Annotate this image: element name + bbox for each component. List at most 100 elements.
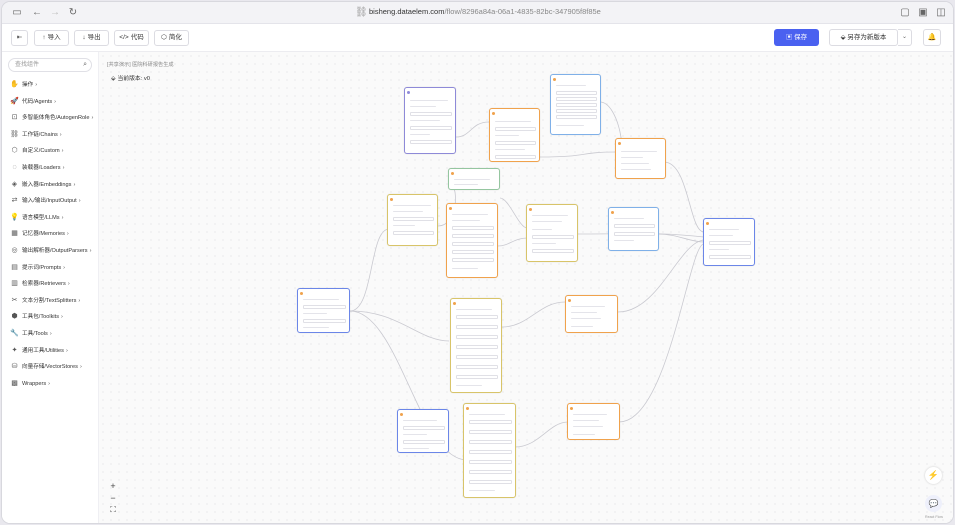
flow-node[interactable]	[463, 403, 516, 498]
sidebar-item[interactable]: ⊡ 多智能体角色/AutogenRole ›	[10, 112, 94, 124]
link-icon: ⛓	[355, 7, 368, 18]
lightning-icon: ⚡	[927, 470, 940, 480]
flow-node[interactable]	[450, 298, 502, 393]
flow-node[interactable]	[404, 87, 456, 154]
flow-node[interactable]	[446, 203, 498, 278]
forward-icon[interactable]: →	[49, 7, 61, 19]
flow-node[interactable]	[526, 204, 578, 262]
terminal-icon: ▤	[11, 263, 18, 271]
browser-bar: ▭ ← → ↻ ⛓ bisheng.dataelem.com/flow/8296…	[2, 2, 953, 24]
sidebar-item[interactable]: ⬢ 工具包/Toolkits ›	[10, 311, 63, 323]
flow-node[interactable]	[387, 194, 438, 246]
chevron-right-icon: ›	[65, 347, 68, 354]
sidebar-item[interactable]: ✂ 文本分割/TextSplitters ›	[10, 295, 81, 307]
code-label: 代码	[130, 34, 144, 41]
sidebar-item[interactable]: 🚀 代码/Agents ›	[10, 96, 56, 108]
chat-icon[interactable]: ▢	[899, 7, 911, 19]
sidebar-item[interactable]: ◎ 输出解析器/OutputParsers ›	[10, 245, 91, 257]
flow-node[interactable]	[608, 207, 659, 251]
sidebar-item[interactable]: ▩ Wrappers ›	[10, 378, 50, 390]
sidebar-item-label: 装载器/Loaders	[22, 165, 61, 171]
sidebar-item[interactable]: ✋ 操作 ›	[10, 79, 37, 91]
flow-node[interactable]	[615, 138, 666, 179]
sidebar-item[interactable]: ▤ 提示词/Prompts ›	[10, 262, 65, 274]
arrow-down-icon: ↓	[82, 34, 86, 41]
sidebar-item[interactable]: ◈ 嵌入器/Embeddings ›	[10, 179, 76, 191]
save-as-label: 另存为新版本	[847, 34, 887, 41]
zoom-out-button[interactable]: −	[107, 492, 119, 504]
code-button[interactable]: </> 代码	[114, 30, 149, 46]
sidebar-item[interactable]: 💡 语言模型/LLMs ›	[10, 212, 63, 224]
notifications-button[interactable]: 🔔	[923, 29, 941, 46]
chevron-right-icon: ›	[61, 148, 64, 155]
box-icon: ⬡	[11, 147, 18, 155]
flow-node[interactable]	[448, 168, 500, 190]
react-flow-attribution: React Flow	[925, 515, 943, 519]
import-button[interactable]: ↑ 导入	[34, 30, 69, 46]
sidebar-item[interactable]: 🔧 工具/Tools ›	[10, 328, 52, 340]
address-bar[interactable]: bisheng.dataelem.com/flow/8296a84a-06a1-…	[369, 7, 601, 16]
sidebar-item[interactable]: ⛓ 工作链/Chains ›	[10, 129, 62, 141]
simplify-button[interactable]: ⬡ 简化	[154, 30, 189, 46]
link-icon: ⛓	[10, 130, 19, 138]
component-search-input[interactable]: 查找组件 ⌕	[8, 58, 92, 72]
package-icon: ⬢	[11, 313, 18, 321]
flow-node[interactable]	[550, 74, 601, 135]
sidebar-item[interactable]: ✦ 通用工具/Utilities ›	[10, 345, 68, 357]
sidebar-toggle-icon[interactable]: ▭	[11, 7, 23, 19]
split-view-icon[interactable]: ◫	[935, 7, 947, 19]
sidebar-item-label: 自定义/Custom	[22, 148, 60, 155]
chevron-right-icon: ›	[61, 314, 63, 321]
flow-node[interactable]	[565, 295, 618, 333]
sidebar-item-label: 嵌入器/Embeddings	[22, 181, 72, 188]
save-button[interactable]: ▣ 保存	[774, 29, 819, 46]
sidebar-item-label: 语言模型/LLMs	[22, 214, 60, 221]
code-icon: </>	[119, 34, 129, 41]
flow-node[interactable]	[297, 288, 350, 333]
export-button[interactable]: ↓ 导出	[74, 30, 109, 46]
sidebar-item[interactable]: ▥ 检索器/Retrievers ›	[10, 278, 70, 290]
run-button[interactable]: ⚡	[925, 467, 942, 484]
exit-button[interactable]: ⇤	[11, 30, 28, 46]
flow-node[interactable]	[703, 218, 755, 266]
chevron-right-icon: ›	[79, 364, 82, 371]
flow-canvas[interactable]: [共享演示] 医院科研报告生成 ⬙ 当前版本: v0 + − ⛶ ⚡ 💬 Rea…	[99, 52, 953, 523]
sidebar-item[interactable]: ⛁ 向量存储/VectorStores ›	[10, 361, 82, 373]
save-options-dropdown[interactable]: ⌄	[898, 29, 912, 46]
zoom-in-button[interactable]: +	[107, 480, 119, 492]
sidebar-item[interactable]: ⇄ 输入/输出/InputOutput ›	[10, 195, 81, 207]
chevron-right-icon: ›	[78, 198, 81, 205]
tab-icon[interactable]: ▣	[917, 7, 929, 19]
version-selector[interactable]: ⬙ 当前版本: v0	[111, 73, 150, 82]
save-as-new-version-button[interactable]: ⬙ 另存为新版本	[829, 29, 898, 46]
sidebar-item[interactable]: ▦ 记忆器/Memories ›	[10, 228, 69, 240]
sidebar-item-label: 输出解析器/OutputParsers	[22, 248, 88, 254]
chevron-right-icon: ›	[78, 297, 81, 304]
flow-node[interactable]	[567, 403, 620, 440]
back-icon[interactable]: ←	[31, 7, 43, 19]
save-label: 保存	[794, 34, 808, 41]
sidebar-item[interactable]: ⬡ 自定义/Custom ›	[10, 145, 63, 157]
import-label: 导入	[47, 34, 61, 41]
chevron-right-icon: ›	[73, 181, 76, 188]
url-host: bisheng.dataelem.com	[369, 7, 445, 16]
sidebar-item-label: 工具/Tools	[22, 331, 48, 337]
bell-icon: 🔔	[927, 34, 937, 41]
sidebar-item-label: Wrappers	[22, 380, 47, 387]
flow-node[interactable]	[489, 108, 540, 162]
sidebar-item-label: 通用工具/Utilities	[22, 347, 64, 354]
sidebar-item[interactable]: ◌ 装载器/Loaders ›	[10, 162, 64, 174]
compass-icon: ◎	[11, 247, 18, 254]
version-icon: ⬙	[111, 76, 116, 82]
export-label: 导出	[87, 34, 101, 41]
sidebar-item-label: 工作链/Chains	[22, 131, 58, 138]
reload-icon[interactable]: ↻	[67, 7, 79, 19]
chat-assistant-button[interactable]: 💬	[925, 495, 942, 512]
chevron-right-icon: ›	[35, 82, 38, 88]
zoom-controls: + − ⛶	[107, 480, 119, 516]
sidebar-item-label: 向量存储/VectorStores	[22, 364, 78, 371]
gift-icon: ▩	[11, 379, 18, 387]
fit-view-icon: ⛶	[110, 505, 116, 514]
flow-node[interactable]	[397, 409, 449, 453]
fit-view-button[interactable]: ⛶	[107, 504, 119, 516]
